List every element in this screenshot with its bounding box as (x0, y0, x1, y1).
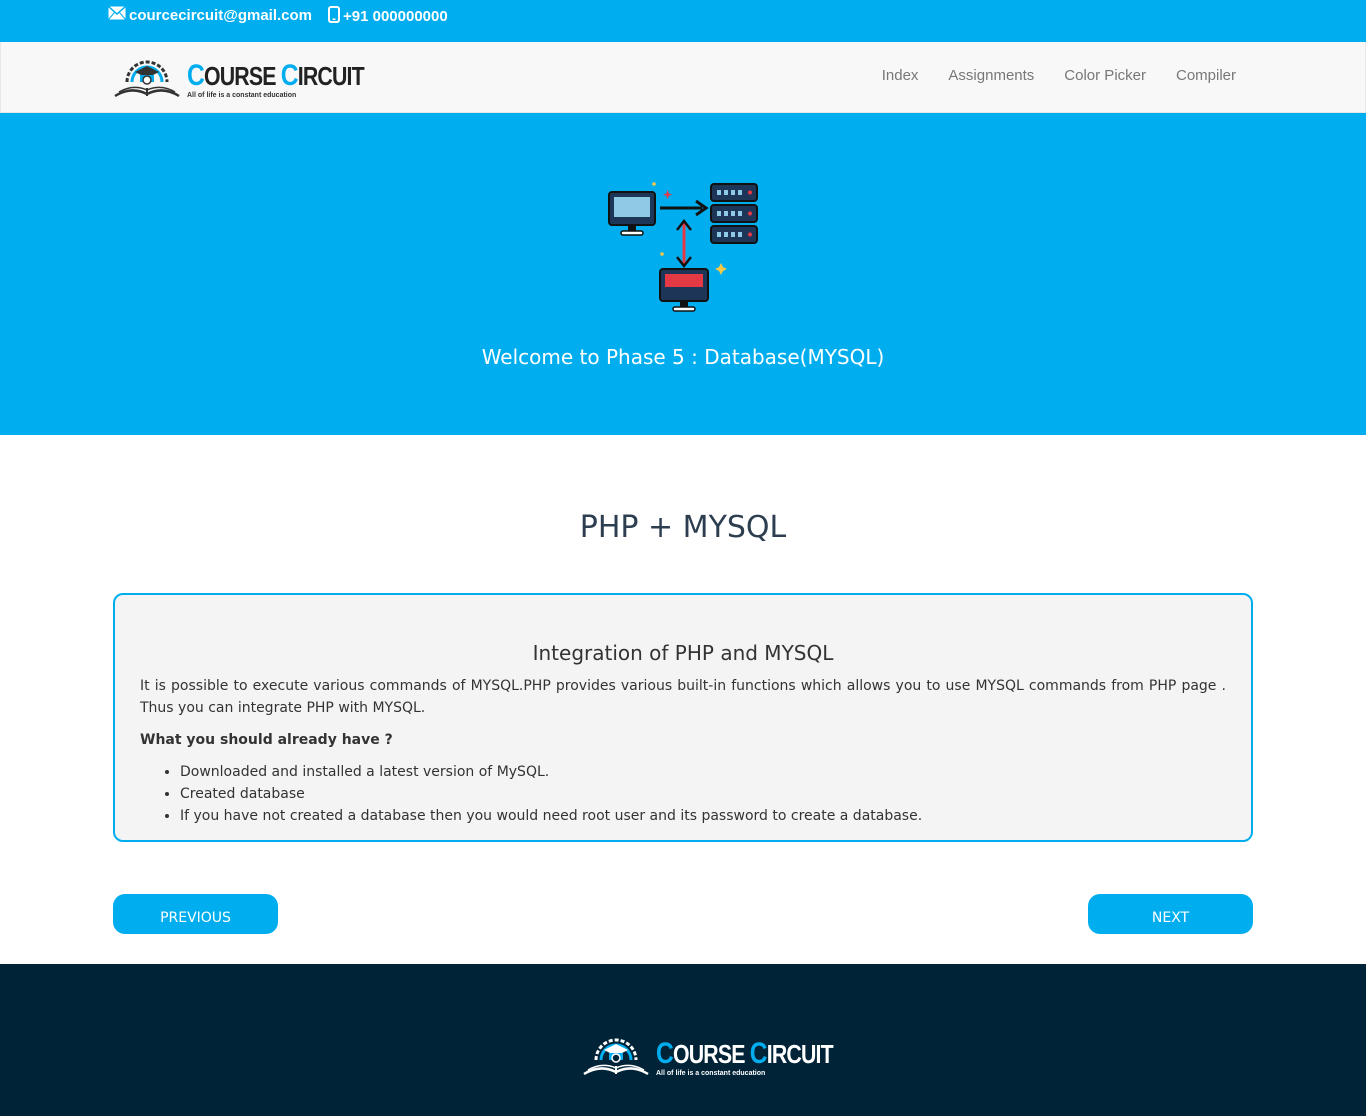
database-network-icon (604, 179, 762, 325)
list-item: If you have not created a database then … (180, 805, 1226, 827)
top-contact-bar: courcecircuit@gmail.com +91 000000000 (0, 0, 1366, 42)
graduation-book-logo-icon (113, 56, 181, 104)
next-button[interactable]: NEXT (1088, 894, 1253, 934)
contact-phone[interactable]: +91 000000000 (328, 6, 448, 27)
list-item: Created database (180, 783, 1226, 805)
brand-name: COURSE CIRCUIT (187, 59, 365, 92)
card-title: Integration of PHP and MYSQL (532, 641, 834, 665)
footer: COURSE CIRCUIT All of life is a constant… (0, 964, 1366, 1116)
email-text: courcecircuit@gmail.com (129, 6, 313, 24)
page-title: PHP + MYSQL (579, 510, 787, 545)
content-card: Integration of PHP and MYSQL It is possi… (113, 593, 1253, 842)
nav-link-assignments[interactable]: Assignments (948, 67, 1034, 84)
footer-brand-wordmark: COURSE CIRCUIT All of life is a constant… (656, 1037, 872, 1078)
hero-title: Welcome to Phase 5 : Database(MYSQL) (481, 345, 885, 369)
card-subhead: What you should already have ? (140, 732, 393, 748)
mobile-phone-icon (328, 6, 343, 27)
nav-link-index[interactable]: Index (882, 67, 919, 84)
brand-tagline: All of life is a constant education (187, 92, 297, 99)
footer-brand-tagline: All of life is a constant education (656, 1070, 766, 1077)
card-intro: It is possible to execute various comman… (140, 678, 1226, 716)
brand-logo[interactable]: COURSE CIRCUIT All of life is a constant… (113, 56, 403, 104)
list-item: Downloaded and installed a latest versio… (180, 761, 1226, 783)
brand-wordmark: COURSE CIRCUIT All of life is a constant… (187, 59, 403, 100)
footer-brand-logo[interactable]: COURSE CIRCUIT All of life is a constant… (582, 1034, 872, 1082)
nav-links: Index Assignments Color Picker Compiler (852, 67, 1236, 84)
graduation-book-logo-icon (582, 1034, 650, 1082)
main-navbar: COURSE CIRCUIT All of life is a constant… (0, 42, 1366, 113)
footer-brand-name: COURSE CIRCUIT (656, 1037, 834, 1070)
prerequisites-list: Downloaded and installed a latest versio… (180, 761, 1226, 827)
phone-text: +91 000000000 (343, 8, 448, 25)
previous-button[interactable]: PREVIOUS (113, 894, 278, 934)
envelope-icon (108, 5, 129, 24)
hero-banner: Welcome to Phase 5 : Database(MYSQL) (0, 113, 1366, 435)
nav-link-color-picker[interactable]: Color Picker (1064, 67, 1146, 84)
nav-link-compiler[interactable]: Compiler (1176, 67, 1236, 84)
contact-email[interactable]: courcecircuit@gmail.com (108, 5, 313, 24)
